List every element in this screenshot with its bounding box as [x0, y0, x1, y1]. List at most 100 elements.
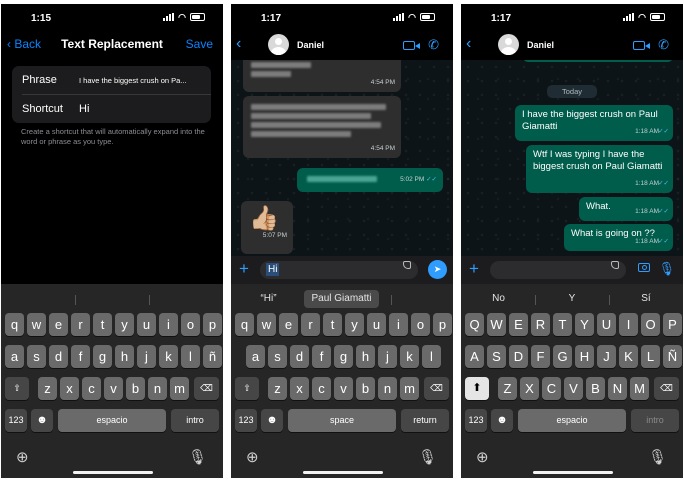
sticker-icon[interactable]	[611, 261, 619, 269]
key-i[interactable]: i	[159, 313, 178, 336]
key-c[interactable]: c	[82, 377, 101, 400]
space-key[interactable]: espacio	[58, 409, 166, 432]
key-p[interactable]: p	[203, 313, 222, 336]
key-g[interactable]: g	[334, 345, 353, 368]
key-c[interactable]: C	[542, 377, 561, 400]
message-input[interactable]	[490, 261, 626, 279]
key-a[interactable]: A	[465, 345, 484, 368]
return-key[interactable]: intro	[631, 409, 679, 432]
key-ñ[interactable]: ñ	[203, 345, 222, 368]
emoji-key[interactable]: ☻	[261, 409, 283, 432]
key-n[interactable]: n	[378, 377, 397, 400]
globe-icon[interactable]: ⊕	[246, 448, 259, 466]
key-e[interactable]: e	[279, 313, 298, 336]
key-e[interactable]: e	[49, 313, 68, 336]
suggestion-item[interactable]: “Hi”	[241, 290, 296, 308]
microphone-icon[interactable]: 🎙	[648, 448, 667, 466]
numbers-key[interactable]: 123	[465, 409, 487, 432]
key-d[interactable]: d	[290, 345, 309, 368]
key-k[interactable]: k	[159, 345, 178, 368]
numbers-key[interactable]: 123	[5, 409, 27, 432]
shift-key[interactable]: ⇧	[235, 377, 259, 400]
save-button[interactable]: Save	[186, 37, 213, 51]
suggestion-item[interactable]: No	[471, 290, 526, 308]
suggestion-item[interactable]: Y	[543, 290, 601, 308]
microphone-icon[interactable]: 🎙	[658, 260, 675, 277]
key-q[interactable]: q	[5, 313, 24, 336]
key-u[interactable]: U	[597, 313, 616, 336]
key-h[interactable]: h	[115, 345, 134, 368]
key-r[interactable]: r	[71, 313, 90, 336]
key-s[interactable]: S	[487, 345, 506, 368]
suggestion-item-selected[interactable]: Paul Giamatti	[304, 290, 379, 308]
key-l[interactable]: l	[422, 345, 441, 368]
key-t[interactable]: t	[323, 313, 342, 336]
phrase-row[interactable]: Phrase I have the biggest crush on Pa...	[22, 66, 205, 94]
shift-key[interactable]: ⬆	[465, 377, 489, 400]
key-h[interactable]: h	[356, 345, 375, 368]
key-x[interactable]: x	[60, 377, 79, 400]
key-e[interactable]: E	[509, 313, 528, 336]
key-y[interactable]: Y	[575, 313, 594, 336]
emoji-key[interactable]: ☻	[491, 409, 513, 432]
key-f[interactable]: f	[312, 345, 331, 368]
backspace-key[interactable]: ⌫	[194, 377, 219, 400]
key-u[interactable]: u	[367, 313, 386, 336]
microphone-icon[interactable]: 🎙	[418, 448, 437, 466]
key-b[interactable]: b	[356, 377, 375, 400]
key-o[interactable]: o	[181, 313, 200, 336]
back-chevron-icon[interactable]: ‹	[236, 35, 241, 53]
message-bubble-outgoing[interactable]: What. 1:18 AM ✓✓	[579, 197, 673, 221]
return-key[interactable]: intro	[171, 409, 219, 432]
message-bubble-outgoing[interactable]: Wtf I was typing I have the biggest crus…	[526, 145, 673, 193]
avatar[interactable]	[268, 34, 289, 55]
shift-key[interactable]: ⇧	[5, 377, 29, 400]
plus-icon[interactable]: +	[239, 260, 249, 278]
key-s[interactable]: s	[27, 345, 46, 368]
key-l[interactable]: L	[641, 345, 660, 368]
key-t[interactable]: t	[93, 313, 112, 336]
key-g[interactable]: g	[93, 345, 112, 368]
back-chevron-icon[interactable]: ‹	[466, 35, 471, 53]
key-z[interactable]: z	[38, 377, 57, 400]
key-a[interactable]: a	[5, 345, 24, 368]
key-f[interactable]: f	[71, 345, 90, 368]
message-bubble-incoming[interactable]: 👍🏼 5:07 PM	[241, 201, 293, 254]
sticker-icon[interactable]	[403, 261, 411, 269]
key-v[interactable]: v	[334, 377, 353, 400]
key-q[interactable]: q	[235, 313, 254, 336]
key-m[interactable]: m	[400, 377, 419, 400]
phrase-field[interactable]: I have the biggest crush on Pa...	[79, 76, 205, 85]
space-key[interactable]: space	[288, 409, 396, 432]
key-v[interactable]: V	[564, 377, 583, 400]
globe-icon[interactable]: ⊕	[476, 448, 489, 466]
key-j[interactable]: j	[378, 345, 397, 368]
key-w[interactable]: w	[27, 313, 46, 336]
phone-icon[interactable]: ✆	[658, 38, 669, 52]
key-f[interactable]: F	[531, 345, 550, 368]
message-input[interactable]: Hi	[260, 261, 418, 279]
return-key[interactable]: return	[401, 409, 449, 432]
key-p[interactable]: p	[433, 313, 452, 336]
key-a[interactable]: a	[246, 345, 265, 368]
key-w[interactable]: w	[257, 313, 276, 336]
suggestion-item[interactable]: Sí	[617, 290, 675, 308]
plus-icon[interactable]: +	[469, 260, 479, 278]
key-m[interactable]: M	[630, 377, 649, 400]
numbers-key[interactable]: 123	[235, 409, 257, 432]
message-bubble-incoming[interactable]: 4:54 PM	[243, 96, 401, 158]
globe-icon[interactable]: ⊕	[16, 448, 29, 466]
contact-name[interactable]: Daniel	[297, 40, 324, 50]
video-call-icon[interactable]	[633, 41, 650, 50]
key-g[interactable]: G	[553, 345, 572, 368]
key-d[interactable]: D	[509, 345, 528, 368]
key-n[interactable]: n	[148, 377, 167, 400]
key-o[interactable]: o	[411, 313, 430, 336]
key-j[interactable]: J	[597, 345, 616, 368]
key-p[interactable]: P	[663, 313, 682, 336]
message-bubble-outgoing[interactable]: I have the biggest crush on Paul Giamatt…	[515, 105, 673, 141]
message-bubble-outgoing[interactable]: 5:02 PM ✓✓	[297, 168, 443, 192]
key-k[interactable]: K	[619, 345, 638, 368]
microphone-icon[interactable]: 🎙	[188, 448, 207, 466]
avatar[interactable]	[498, 34, 519, 55]
